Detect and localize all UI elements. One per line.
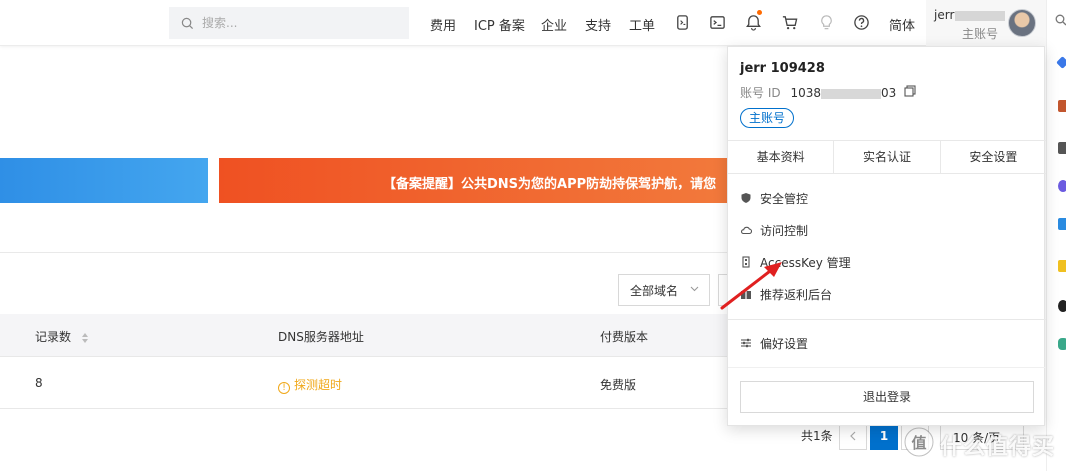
menu-item-label: AccessKey 管理 — [760, 255, 851, 270]
domain-filter-value: 全部域名 — [630, 283, 679, 298]
profile-tabs: 基本资料 实名认证 安全设置 — [728, 140, 1046, 174]
search-box[interactable] — [169, 7, 409, 39]
tab-verification[interactable]: 实名认证 — [834, 141, 941, 173]
redacted-mask — [955, 10, 1006, 21]
promo-banner-blue[interactable] — [0, 158, 208, 203]
menu-divider — [728, 367, 1046, 368]
nav-link-billing[interactable]: 费用 — [430, 15, 456, 34]
menu-item-referral[interactable]: 推荐返利后台 — [740, 284, 832, 304]
section-divider — [0, 252, 730, 253]
app-shortcut-icon[interactable] — [1058, 260, 1066, 272]
tab-security-settings[interactable]: 安全设置 — [941, 141, 1046, 173]
console-page: 费用 ICP 备案 企业 支持 工单 简体 jerr 主账号 — [0, 0, 1066, 471]
menu-item-access-control[interactable]: 访问控制 — [740, 220, 808, 240]
domain-filter-select[interactable]: 全部域名 — [618, 274, 710, 306]
app-shortcut-icon[interactable] — [1058, 338, 1066, 350]
cell-dns-status: ! 探测超时 — [278, 376, 342, 394]
dns-status-text: 探测超时 — [294, 378, 343, 392]
avatar[interactable] — [1008, 9, 1036, 37]
account-id-value: 1038 03 — [790, 86, 896, 100]
search-icon — [181, 17, 194, 29]
tab-basic-info[interactable]: 基本资料 — [728, 141, 835, 173]
watermark-text: 什么值得买 — [940, 435, 1056, 460]
right-side-toolbar — [1046, 0, 1066, 471]
account-id-end: 03 — [880, 86, 897, 100]
app-shortcut-icon[interactable] — [1058, 180, 1066, 192]
menu-item-security-control[interactable]: 安全管控 — [740, 188, 808, 208]
user-dropdown-panel: jerr 109428 账号 ID 1038 03 主账号 基本资料 实名认证 安… — [727, 46, 1046, 426]
menu-item-label: 推荐返利后台 — [760, 287, 833, 302]
top-navbar: 费用 ICP 备案 企业 支持 工单 简体 jerr 主账号 — [0, 0, 1046, 46]
menu-item-label: 安全管控 — [760, 191, 809, 206]
logout-button[interactable]: 退出登录 — [740, 381, 1034, 413]
account-id: 账号 ID 1038 03 — [740, 84, 896, 101]
app-shortcut-icon[interactable] — [1056, 56, 1066, 69]
account-id-label: 账号 ID — [740, 86, 781, 100]
nav-link-support[interactable]: 支持 — [585, 15, 611, 34]
search-input[interactable] — [202, 16, 402, 30]
user-name-text: jerr — [934, 8, 955, 22]
help-icon[interactable] — [852, 13, 870, 31]
menu-item-label: 访问控制 — [760, 223, 809, 238]
account-id-start: 1038 — [790, 86, 821, 100]
user-role: 主账号 — [961, 27, 998, 41]
warning-icon: ! — [278, 382, 290, 394]
table-row[interactable]: 8 ! 探测超时 免费版 — [0, 357, 730, 409]
sliders-icon — [741, 338, 751, 348]
lightbulb-icon[interactable] — [817, 13, 835, 31]
user-name: jerr — [934, 8, 1006, 22]
user-menu-trigger[interactable]: jerr 主账号 — [926, 0, 1046, 46]
notification-bell-icon[interactable] — [744, 10, 762, 31]
pagination-prev-button[interactable] — [839, 422, 867, 450]
cell-records: 8 — [35, 376, 43, 390]
app-shortcut-icon[interactable] — [1058, 100, 1066, 112]
shield-icon — [741, 193, 751, 203]
svg-text:值: 值 — [911, 434, 926, 452]
cart-icon[interactable] — [780, 13, 798, 31]
nav-link-ticket[interactable]: 工单 — [629, 15, 655, 34]
cloud-icon — [741, 226, 752, 235]
copy-icon[interactable] — [904, 85, 916, 97]
key-icon — [742, 256, 750, 268]
column-header-records[interactable]: 记录数 — [35, 328, 89, 345]
chevron-left-icon — [850, 431, 856, 441]
app-shortcut-icon[interactable] — [1058, 300, 1066, 312]
language-switch[interactable]: 简体 — [889, 15, 915, 34]
column-header-records-label: 记录数 — [35, 330, 72, 344]
cell-plan: 免费版 — [600, 378, 637, 392]
nav-link-icp[interactable]: ICP 备案 — [474, 15, 525, 34]
promo-banner-icp-reminder[interactable]: 【备案提醒】公共DNS为您的APP防劫持保驾护航，请您 — [219, 158, 739, 203]
notification-dot — [757, 10, 762, 15]
nav-link-enterprise[interactable]: 企业 — [541, 15, 567, 34]
pagination-total: 共1条 — [801, 429, 833, 443]
watermark: 值 什么值得买 — [898, 425, 1058, 465]
redacted-mask — [820, 88, 881, 99]
account-type-badge: 主账号 — [740, 108, 795, 128]
watermark-logo-icon: 值 — [904, 427, 934, 457]
menu-item-accesskey[interactable]: AccessKey 管理 — [740, 252, 851, 272]
menu-item-preferences[interactable]: 偏好设置 — [740, 333, 808, 353]
table-header: 记录数 DNS服务器地址 付费版本 — [0, 314, 730, 357]
app-shortcut-icon[interactable] — [1058, 142, 1066, 154]
gift-icon — [741, 291, 751, 299]
sort-icon[interactable] — [81, 332, 89, 344]
mobile-app-icon[interactable] — [673, 13, 691, 31]
column-header-plan: 付费版本 — [600, 330, 649, 344]
terminal-icon[interactable] — [708, 13, 726, 31]
banner-text: 【备案提醒】公共DNS为您的APP防劫持保驾护航，请您 — [383, 177, 717, 192]
app-shortcut-icon[interactable] — [1058, 218, 1066, 230]
dropdown-username: jerr 109428 — [740, 61, 825, 76]
menu-divider — [728, 319, 1046, 320]
search-icon[interactable] — [1055, 14, 1066, 26]
menu-item-label: 偏好设置 — [760, 336, 809, 351]
chevron-down-icon — [690, 286, 699, 292]
pagination-page-current[interactable]: 1 — [870, 422, 898, 450]
column-header-dns: DNS服务器地址 — [278, 330, 364, 344]
